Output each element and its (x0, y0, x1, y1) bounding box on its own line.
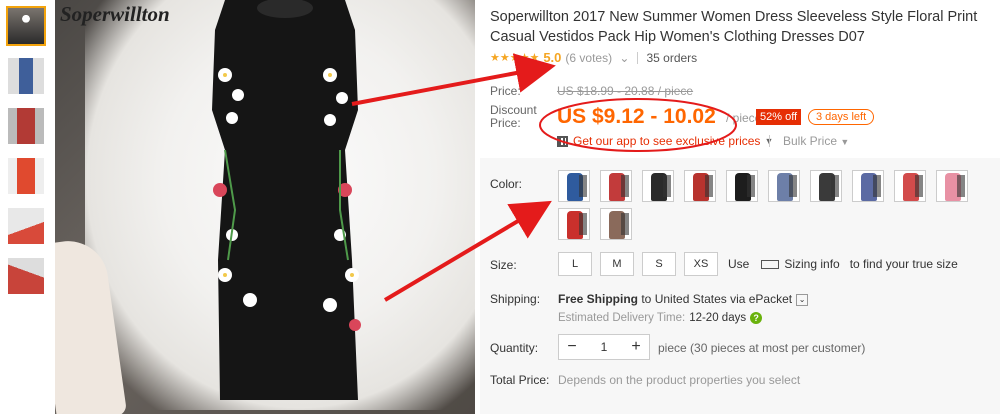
price-section: Price: US $18.99 - 20.88 / piece Discoun… (480, 78, 1000, 158)
thumbnail-fabric-detail[interactable] (6, 206, 46, 246)
color-swatch[interactable] (600, 208, 632, 240)
swatch-shadow (831, 175, 839, 197)
color-swatches (558, 170, 988, 246)
swatch-shadow (579, 175, 587, 197)
discount-badge: 52% off (756, 109, 802, 125)
ruler-icon (761, 259, 780, 269)
qr-code-icon (557, 135, 568, 147)
divider (637, 51, 639, 64)
total-price-note: Depends on the product properties you se… (558, 373, 801, 387)
swatch-shadow (747, 175, 755, 197)
size-options: L M S XS Use Sizing info to find your tr… (558, 252, 958, 276)
swatch-shadow (705, 175, 713, 197)
size-option-s[interactable]: S (642, 252, 676, 276)
size-option-m[interactable]: M (600, 252, 634, 276)
swatch-shadow (957, 175, 965, 197)
color-swatch[interactable] (936, 170, 968, 202)
days-left-badge: 3 days left (808, 109, 875, 125)
product-options: Color: Size: L M S XS Use Sizing info to… (480, 158, 1000, 414)
bulk-price-dropdown[interactable]: Bulk Price ▼ (783, 134, 849, 148)
product-info-panel: Soperwillton 2017 New Summer Women Dress… (480, 0, 1000, 414)
swatch-shadow (915, 175, 923, 197)
caret-down-icon: ▼ (840, 137, 850, 147)
help-icon[interactable]: ? (750, 312, 763, 324)
original-price: US $18.99 - 20.88 / piece (557, 84, 694, 98)
votes-link[interactable]: (6 votes) (565, 51, 612, 65)
color-swatch[interactable] (684, 170, 716, 202)
product-title: Soperwillton 2017 New Summer Women Dress… (490, 9, 978, 45)
quantity-decrease-button[interactable]: − (559, 338, 585, 356)
color-label: Color: (490, 177, 523, 191)
total-price-label: Total Price: (490, 373, 550, 387)
app-promo-link[interactable]: Get our app to see exclusive prices ▼ (557, 134, 773, 148)
delivery-time: Estimated Delivery Time: 12-20 days ? (558, 312, 763, 324)
quantity-increase-button[interactable]: + (623, 338, 649, 356)
color-swatch[interactable] (726, 170, 758, 202)
thumbnail-list (6, 6, 50, 306)
color-swatch[interactable] (768, 170, 800, 202)
shipping-to-text: to (638, 292, 655, 306)
discount-price: US $9.12 - 10.02 (557, 105, 716, 128)
app-promo-text: Get our app to see exclusive prices (573, 134, 761, 148)
quantity-stepper: − 1 + (558, 334, 650, 360)
swatch-shadow (873, 175, 881, 197)
star-rating-icon: ★★★★★ (490, 52, 540, 64)
quantity-value[interactable]: 1 (601, 340, 608, 354)
size-find-text: to find your true size (849, 257, 958, 271)
delivery-label: Estimated Delivery Time: (558, 312, 686, 324)
swatch-shadow (663, 175, 671, 197)
chevron-down-icon: ⌄ (616, 50, 630, 65)
color-swatch[interactable] (894, 170, 926, 202)
shipping-destination: United States via ePacket (654, 292, 793, 306)
color-swatch[interactable] (558, 170, 590, 202)
thumbnail-red-print[interactable] (6, 106, 46, 146)
color-swatch[interactable] (642, 170, 674, 202)
size-use-text: Use (728, 257, 750, 271)
quantity-note: piece (30 pieces at most per customer) (658, 341, 866, 355)
orders-count: 35 orders (646, 50, 698, 65)
discount-price-label: Discount Price: (490, 103, 537, 130)
thumbnail-red-dress[interactable] (6, 156, 46, 196)
delivery-value: 12-20 days (689, 312, 747, 324)
thumbnail-blue-print[interactable] (6, 56, 46, 96)
shipping-label: Shipping: (490, 292, 541, 306)
price-label: Price: (490, 84, 521, 98)
dress-image (212, 0, 361, 400)
swatch-shadow (621, 175, 629, 197)
shipping-info[interactable]: Free Shipping to United States via ePack… (558, 292, 809, 306)
swatch-shadow (789, 175, 797, 197)
bulk-price-label: Bulk Price (783, 134, 838, 148)
color-swatch[interactable] (810, 170, 842, 202)
chevron-down-icon: ⌄ (796, 293, 809, 306)
color-swatch[interactable] (852, 170, 884, 202)
thumbnail-dress-detail[interactable] (6, 256, 46, 296)
swatch-shadow (579, 213, 587, 235)
size-label: Size: (490, 258, 517, 272)
product-main-image: Soperwillton (55, 0, 475, 414)
color-swatch[interactable] (600, 170, 632, 202)
sizing-info-link[interactable]: Sizing info (784, 257, 839, 271)
rating-value: 5.0 (543, 50, 562, 65)
rating-row: ★★★★★ 5.0 (6 votes) ⌄ 35 orders (490, 50, 697, 65)
free-shipping-text: Free Shipping (558, 292, 639, 306)
thumbnail-black-floral[interactable] (6, 6, 46, 46)
color-swatch[interactable] (558, 208, 590, 240)
brand-watermark: Soperwillton (60, 2, 170, 26)
size-option-l[interactable]: L (558, 252, 592, 276)
size-option-xs[interactable]: XS (684, 252, 718, 276)
quantity-label: Quantity: (490, 341, 539, 355)
divider (769, 135, 770, 147)
swatch-shadow (621, 213, 629, 235)
